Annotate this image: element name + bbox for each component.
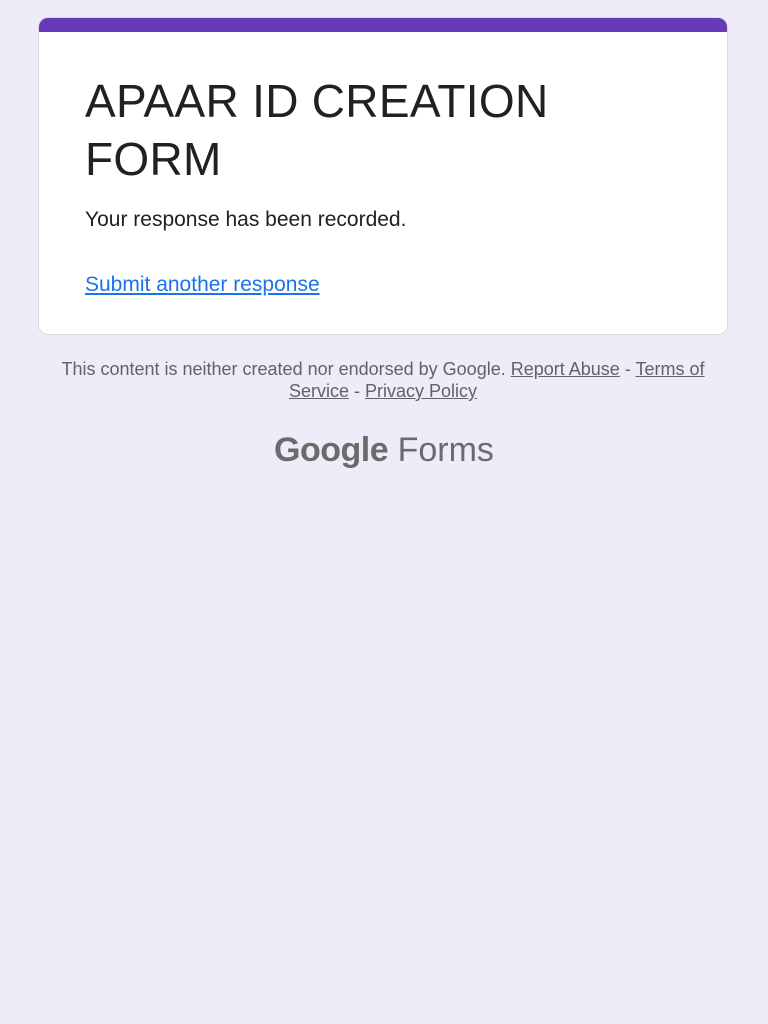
footer-disclaimer: This content is neither created nor endo… — [38, 358, 728, 402]
disclaimer-text: This content is neither created nor endo… — [61, 359, 506, 379]
report-abuse-link[interactable]: Report Abuse — [511, 359, 620, 379]
privacy-policy-link[interactable]: Privacy Policy — [365, 381, 477, 401]
footer-separator: - — [624, 359, 631, 379]
confirmation-message: Your response has been recorded. — [85, 208, 407, 231]
form-title: APAAR ID CREATION FORM — [85, 75, 549, 185]
google-forms-logo[interactable]: Google Forms — [0, 428, 768, 472]
confirmation-card: APAAR ID CREATION FORM Your response has… — [38, 17, 728, 335]
brand-google: Google — [274, 431, 389, 469]
brand-forms: Forms — [397, 431, 494, 469]
card-accent-bar — [39, 18, 727, 32]
footer-separator: - — [354, 381, 360, 401]
submit-another-response-link[interactable]: Submit another response — [85, 272, 320, 298]
